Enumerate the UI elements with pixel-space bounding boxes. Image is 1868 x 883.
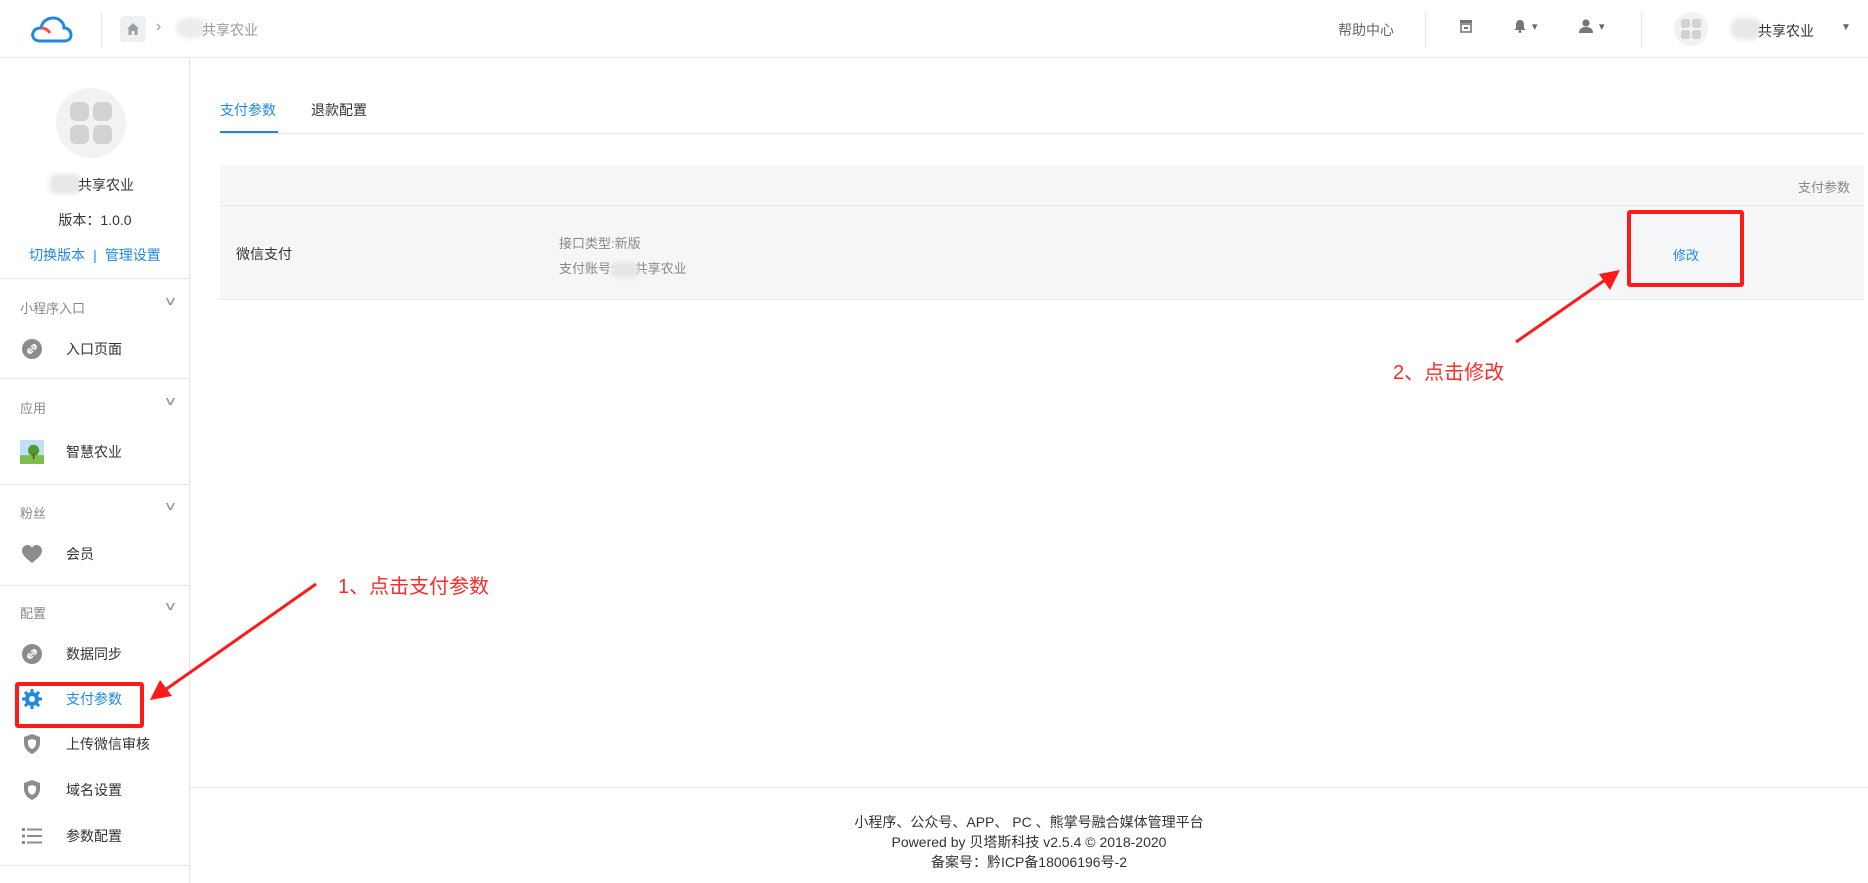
annotation-arrowhead-step2 — [1599, 270, 1620, 290]
annotation-arrow-step2 — [1515, 278, 1606, 344]
annotation-arrowhead-step1 — [150, 680, 172, 700]
annotation-arrows — [150, 270, 1620, 700]
annotation-arrow-step1 — [164, 582, 317, 692]
